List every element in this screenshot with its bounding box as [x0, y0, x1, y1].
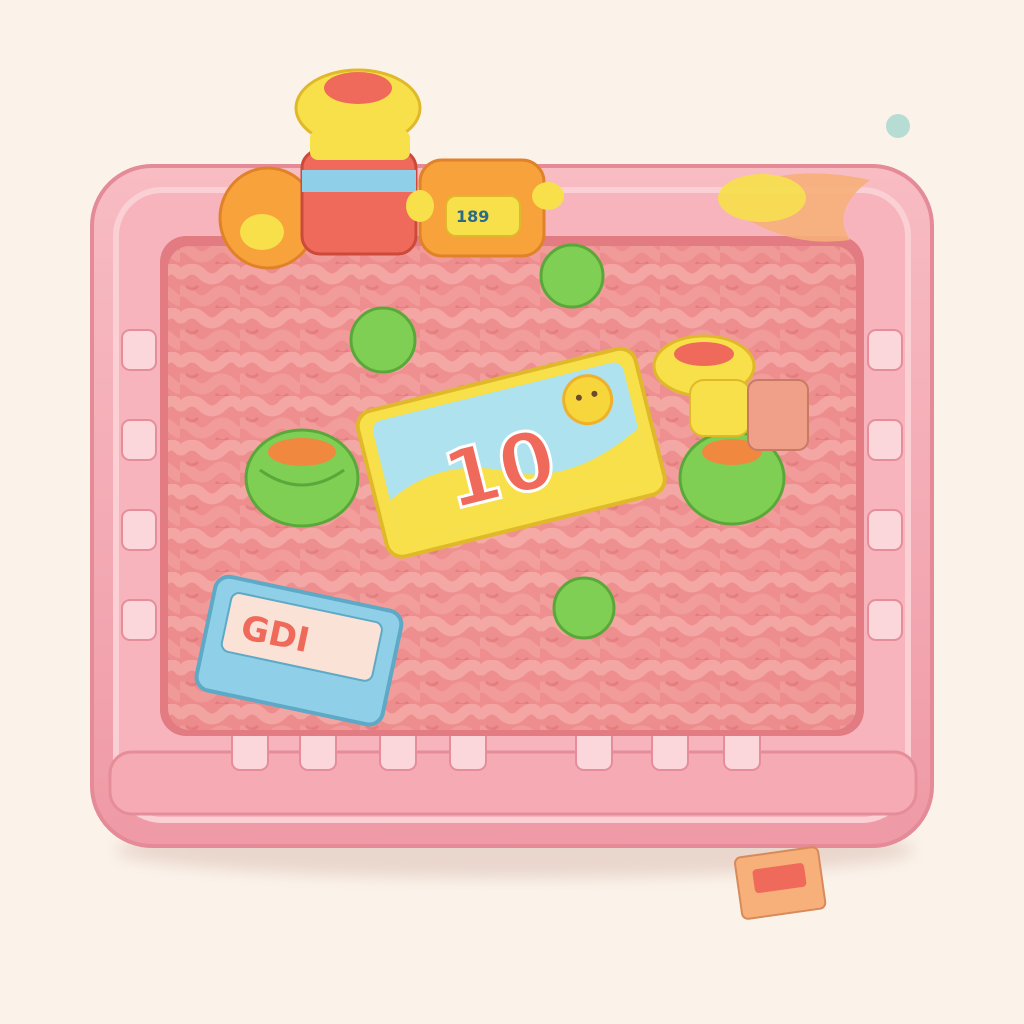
orange-robot-toy: 189: [406, 158, 564, 258]
green-bump-small: [539, 243, 605, 309]
candy-packet: [734, 846, 827, 920]
green-bump-small: [552, 576, 616, 640]
yellow-red-cup-toy: [294, 68, 422, 256]
green-bump-large-left: [244, 428, 360, 528]
tray-lower-lip: [108, 750, 918, 816]
scene: 10 GDI 189: [90, 68, 934, 920]
green-bump-small: [349, 306, 417, 374]
robot-label: 189: [456, 207, 489, 226]
